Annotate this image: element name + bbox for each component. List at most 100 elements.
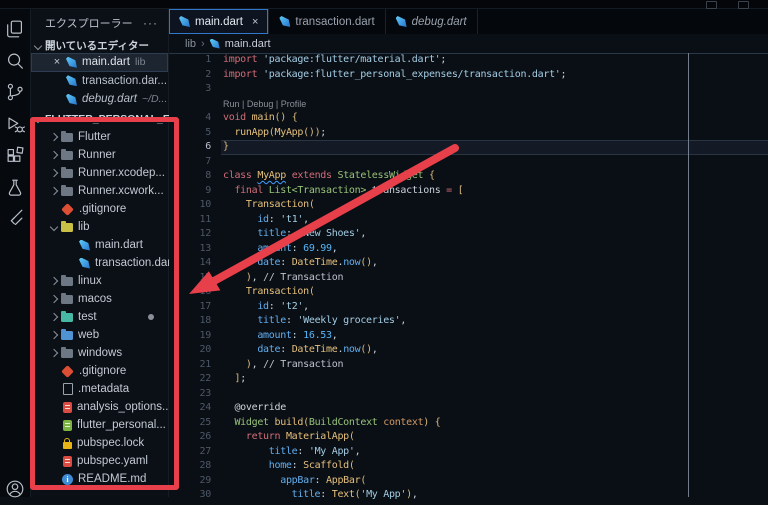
code-line-24: 24 @override (169, 401, 768, 416)
line-number: 20 (199, 344, 212, 355)
code-line-1: 1 import 'package:flutter/material.dart'; (169, 53, 768, 68)
line-number: 15 (199, 271, 212, 283)
dart-file-icon (209, 38, 220, 49)
chevron-right-icon (47, 296, 61, 302)
code-area[interactable]: 1 import 'package:flutter/material.dart';… (169, 53, 768, 500)
tree-item-Runner-xcwork-[interactable]: Runner.xcwork... (31, 182, 168, 200)
run-debug-icon[interactable] (4, 114, 26, 136)
tree-item-analysis-options-[interactable]: analysis_options... (31, 398, 172, 416)
code-line-29: 29 appBar: AppBar( (169, 474, 768, 489)
line-number: 30 (199, 489, 212, 500)
line-number: 12 (199, 228, 212, 239)
code-line-28: 28 home: Scaffold( (169, 459, 768, 474)
tree-item-linux[interactable]: linux (31, 272, 168, 290)
line-number: 18 (199, 315, 212, 326)
close-icon[interactable]: × (252, 16, 258, 28)
chevron-right-icon (47, 134, 61, 140)
search-icon[interactable] (4, 50, 26, 72)
code-line-14: 14 date: DateTime.now(), (169, 256, 768, 271)
open-editors-list: × main.dart lib transaction.dar... debug… (31, 53, 168, 109)
more-actions-icon[interactable]: ··· (143, 16, 158, 30)
code-line-20: 20 date: DateTime.now(), (169, 343, 768, 358)
breadcrumb-file[interactable]: main.dart (225, 38, 271, 50)
chevron-right-icon (47, 278, 61, 284)
source-control-icon[interactable] (4, 81, 26, 103)
tree-item--metadata[interactable]: .metadata (31, 380, 168, 398)
tree-item-flutter-personal-[interactable]: flutter_personal... (31, 416, 168, 434)
tree-item-lib[interactable]: lib (31, 218, 168, 236)
line-number: 10 (199, 199, 212, 210)
open-editor-debug-dart[interactable]: debug.dart ~/D... (31, 90, 168, 109)
extensions-icon[interactable] (4, 145, 26, 167)
code-text: ]; (234, 373, 246, 384)
folder-icon (61, 275, 73, 286)
code-line-10: 10 Transaction( (169, 198, 768, 213)
line-number: 29 (199, 474, 212, 486)
code-line-27: 27 title: 'My App', (169, 445, 768, 460)
line-number: 3 (205, 83, 211, 94)
yaml-icon (63, 455, 72, 467)
tree-item-label: web (78, 329, 100, 341)
test-beaker-icon[interactable] (4, 177, 26, 199)
tree-item-windows[interactable]: windows (31, 344, 168, 362)
line-number: 16 (199, 286, 212, 297)
tree-item-macos[interactable]: macos (31, 290, 168, 308)
code-text: amount: 16.53, (257, 329, 338, 341)
dart-icon (79, 239, 90, 251)
editor-action-icon[interactable] (706, 1, 717, 9)
tree-item--gitignore[interactable]: .gitignore (31, 200, 168, 218)
line-number: 17 (199, 300, 212, 312)
tab-transaction-dart[interactable]: transaction.dart (269, 9, 386, 34)
tree-item-test[interactable]: test (31, 308, 168, 326)
tree-item-label: flutter_personal... (77, 419, 166, 431)
folder-icon (61, 293, 73, 304)
tree-item-label: pubspec.lock (77, 437, 145, 449)
code-text: class MyApp extends StatelessWidget { (223, 170, 435, 181)
flutter-icon[interactable] (4, 207, 26, 229)
code-lens-links[interactable]: Run | Debug | Profile (169, 97, 306, 112)
tree-item-label: Flutter (78, 131, 111, 143)
breadcrumb-folder[interactable]: lib (185, 38, 196, 50)
code-line-5: 5 runApp(MyApp()); (169, 126, 768, 141)
code-text: } (223, 141, 229, 152)
project-section-header[interactable]: FLUTTER_PERSONAL_E... (31, 110, 179, 127)
tree-item-Runner[interactable]: Runner (31, 146, 168, 164)
chevron-right-icon: › (201, 37, 205, 50)
tree-item-README-md[interactable]: README.md (31, 470, 168, 488)
code-line-19: 19 amount: 16.53, (169, 329, 768, 344)
code-line-7: 7 (169, 155, 768, 170)
editor-action-icon[interactable] (738, 1, 749, 9)
tree-item-label: pubspec.yaml (77, 455, 148, 467)
tree-item-web[interactable]: web (31, 326, 168, 344)
open-editors-section-header[interactable]: 開いているエディター (31, 38, 168, 53)
tab-debug-dart[interactable]: debug.dart (386, 9, 478, 34)
open-editor-transaction-dart[interactable]: transaction.dar... (31, 72, 168, 91)
line-number: 1 (205, 54, 211, 65)
code-text: title: 'Weekly groceries', (257, 315, 407, 326)
explorer-icon[interactable] (4, 18, 26, 40)
line-number: 14 (199, 257, 212, 268)
tree-item-Flutter[interactable]: Flutter (31, 128, 168, 146)
code-text: title: Text('My App'), (291, 489, 418, 500)
dart-icon (79, 257, 90, 269)
tree-item--gitignore[interactable]: .gitignore (31, 362, 168, 380)
code-line-21: 21 ), // Transaction (169, 358, 768, 373)
file-icon (63, 383, 73, 395)
folder-web-icon (61, 329, 73, 340)
tree-item-main-dart[interactable]: main.dart (31, 236, 168, 254)
code-line-30: 30 title: Text('My App'), (169, 488, 768, 503)
line-number: 28 (199, 460, 212, 471)
tree-item-transaction-dart[interactable]: transaction.dart (31, 254, 174, 272)
tree-item-Runner-xcodep-[interactable]: Runner.xcodep... (31, 164, 168, 182)
tab-main-dart[interactable]: main.dart × (169, 9, 270, 34)
open-editor-main-dart[interactable]: × main.dart lib (31, 53, 168, 72)
tree-item-label: macos (78, 293, 112, 305)
tree-item-pubspec-yaml[interactable]: pubspec.yaml (31, 452, 168, 470)
close-icon[interactable]: × (51, 56, 63, 68)
tree-item-pubspec-lock[interactable]: pubspec.lock (31, 434, 168, 452)
code-line-3: 3 (169, 82, 768, 97)
line-number: 6 (205, 141, 211, 152)
line-number: 2 (205, 68, 211, 80)
line-number: 7 (205, 155, 211, 167)
explorer-title: エクスプローラー (45, 18, 133, 30)
